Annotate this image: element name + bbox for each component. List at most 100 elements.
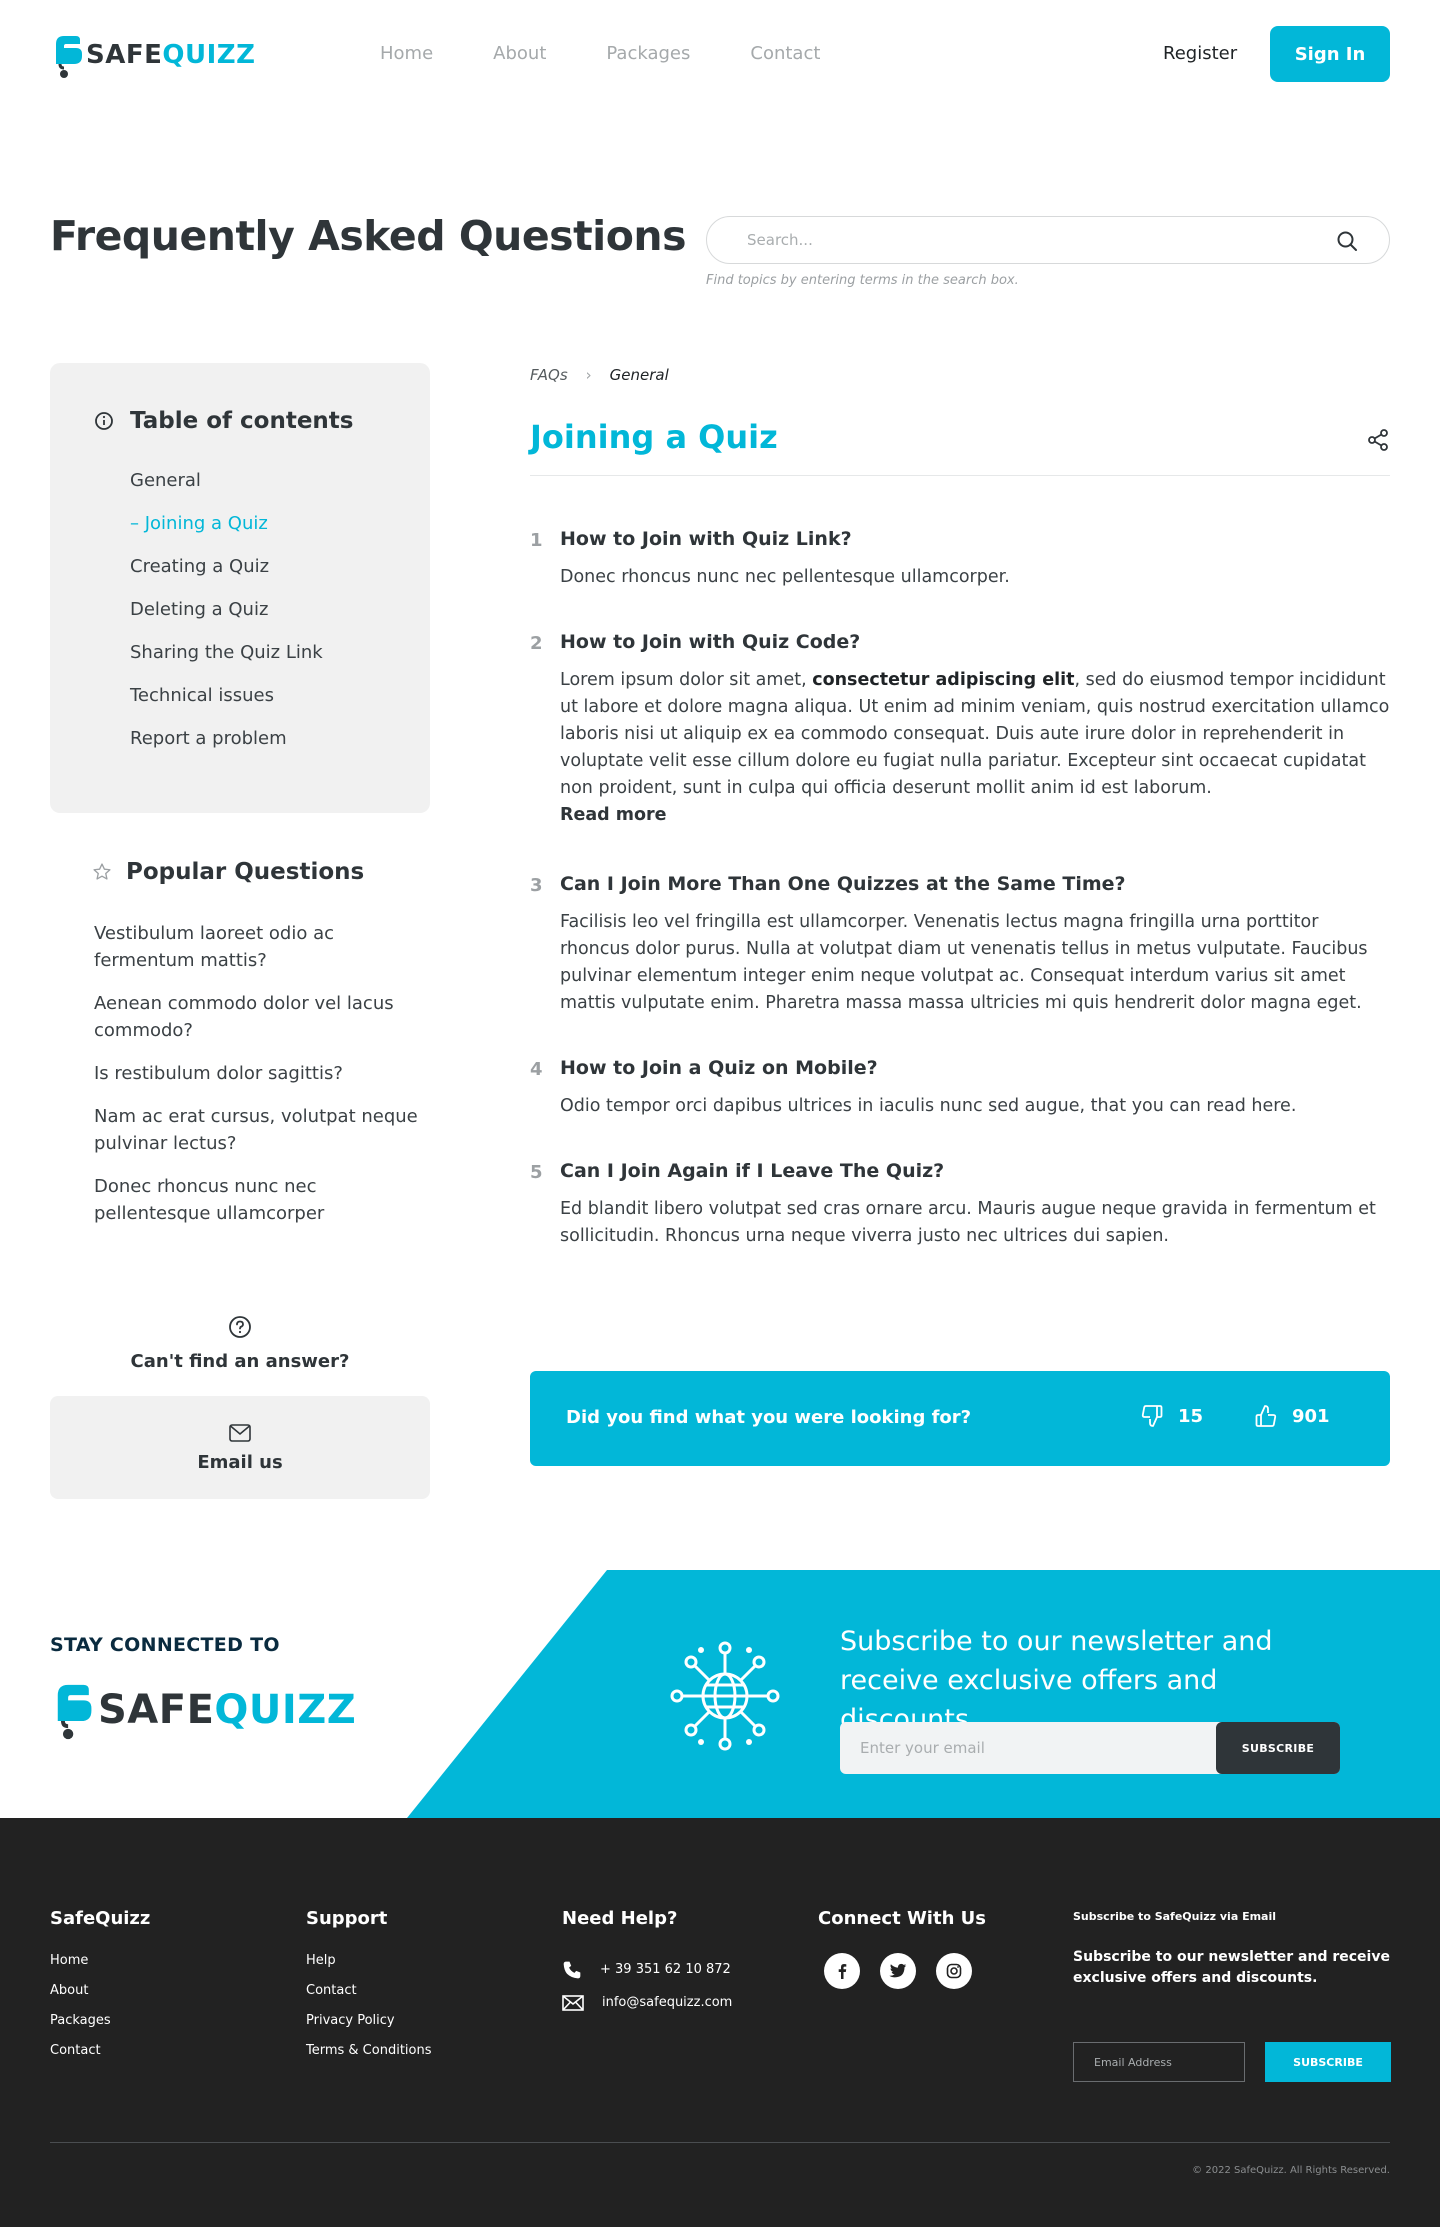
faq-number: 3 xyxy=(530,875,543,896)
footer-email-input[interactable] xyxy=(1073,2042,1245,2082)
table-of-contents: Table of contents General Joining a Quiz… xyxy=(50,363,430,813)
read-more-link[interactable]: Read more xyxy=(560,802,1390,829)
breadcrumb: FAQs › General xyxy=(530,366,669,384)
toc-item-deleting-a-quiz[interactable]: Deleting a Quiz xyxy=(130,599,323,642)
search-icon[interactable] xyxy=(1335,229,1359,253)
newsletter-logo: SAFEQUIZZ xyxy=(50,1678,356,1746)
faq-question[interactable]: How to Join with Quiz Link? xyxy=(560,528,1390,550)
footer-link-home[interactable]: Home xyxy=(50,1953,150,1983)
email-us-label: Email us xyxy=(197,1452,283,1473)
faq-item: 5 Can I Join Again if I Leave The Quiz? … xyxy=(530,1160,1390,1250)
breadcrumb-separator-icon: › xyxy=(585,366,592,384)
footer-subscribe-text: Subscribe to our newsletter and receive … xyxy=(1073,1949,1390,1986)
faq-number: 4 xyxy=(530,1059,543,1080)
footer-link-privacy[interactable]: Privacy Policy xyxy=(306,2013,432,2043)
faq-question[interactable]: How to Join with Quiz Code? xyxy=(560,631,1390,653)
toc-item-joining-a-quiz[interactable]: Joining a Quiz xyxy=(130,513,323,556)
register-link[interactable]: Register xyxy=(1163,43,1237,64)
faq-answer: Donec rhoncus nunc nec pellentesque ulla… xyxy=(560,567,1010,587)
site-header: SAFEQUIZZ Home About Packages Contact Re… xyxy=(0,0,1440,110)
faq-answer: Lorem ipsum dolor sit amet, consectetur … xyxy=(560,670,1390,798)
breadcrumb-root[interactable]: FAQs xyxy=(530,366,568,384)
footer-col-title: Support xyxy=(306,1908,388,1929)
footer-link-about[interactable]: About xyxy=(50,1983,150,2013)
footer-col-title: SafeQuizz xyxy=(50,1908,151,1929)
nav-home[interactable]: Home xyxy=(380,43,433,64)
email-us-button[interactable]: Email us xyxy=(50,1396,430,1499)
footer-col-connect: Connect With Us xyxy=(818,1908,986,1989)
faq-answer: Ed blandit libero volutpat sed cras orna… xyxy=(560,1199,1376,1246)
toc-list: General Joining a Quiz Creating a Quiz D… xyxy=(130,470,323,771)
popular-question[interactable]: Donec rhoncus nunc nec pellentesque ulla… xyxy=(94,1173,434,1227)
faq-answer: Facilisis leo vel fringilla est ullamcor… xyxy=(560,912,1368,1013)
network-globe-icon xyxy=(670,1641,780,1751)
footer-col-safequizz: SafeQuizz Home About Packages Contact xyxy=(50,1908,150,2073)
footer-link-packages[interactable]: Packages xyxy=(50,2013,150,2043)
toc-item-general[interactable]: General xyxy=(130,470,323,513)
phone-icon xyxy=(563,1961,581,1978)
like-button[interactable]: 901 xyxy=(1254,1404,1330,1428)
search-hint: Find topics by entering terms in the sea… xyxy=(706,273,1019,288)
toc-header: Table of contents xyxy=(94,408,353,434)
stay-connected-label: STAY CONNECTED TO xyxy=(50,1634,280,1656)
thumbs-up-icon xyxy=(1255,1405,1277,1427)
footer-link-contact[interactable]: Contact xyxy=(50,2043,150,2073)
sign-in-button[interactable]: Sign In xyxy=(1270,26,1390,82)
popular-question[interactable]: Is restibulum dolor sagittis? xyxy=(94,1060,434,1087)
popular-questions-list: Vestibulum laoreet odio ac fermentum mat… xyxy=(94,920,434,1243)
footer-col-title: Connect With Us xyxy=(818,1908,986,1929)
newsletter-email-input[interactable] xyxy=(860,1739,1180,1757)
popular-question[interactable]: Nam ac erat cursus, volutpat neque pulvi… xyxy=(94,1103,434,1157)
facebook-icon[interactable] xyxy=(824,1953,860,1989)
faq-question[interactable]: How to Join a Quiz on Mobile? xyxy=(560,1057,1390,1079)
toc-item-report-a-problem[interactable]: Report a problem xyxy=(130,728,323,771)
instagram-icon[interactable] xyxy=(936,1953,972,1989)
like-count: 901 xyxy=(1292,1405,1330,1427)
footer-subscribe-button[interactable]: SUBSCRIBE xyxy=(1265,2042,1391,2082)
nav-contact[interactable]: Contact xyxy=(750,43,820,64)
logo[interactable]: SAFEQUIZZ xyxy=(50,34,255,80)
dislike-count: 15 xyxy=(1178,1405,1204,1427)
copyright: © 2022 SafeQuizz. All Rights Reserved. xyxy=(1192,2165,1390,2176)
popular-question[interactable]: Vestibulum laoreet odio ac fermentum mat… xyxy=(94,920,434,974)
faq-item: 4 How to Join a Quiz on Mobile? Odio tem… xyxy=(530,1057,1390,1120)
faq-item: 3 Can I Join More Than One Quizzes at th… xyxy=(530,873,1390,1017)
footer-col-title: Need Help? xyxy=(562,1908,678,1929)
footer-subscribe-title: Subscribe to SafeQuizz via Email xyxy=(1073,1910,1277,1923)
footer-divider xyxy=(50,2142,1390,2143)
envelope-icon xyxy=(562,1994,584,2011)
question-circle-icon xyxy=(229,1316,251,1338)
twitter-icon[interactable] xyxy=(880,1953,916,1989)
newsletter-subscribe-button[interactable]: SUBSCRIBE xyxy=(1216,1722,1340,1774)
faq-number: 5 xyxy=(530,1162,543,1183)
popular-questions-header: Popular Questions xyxy=(92,859,364,885)
footer-col-subscribe: Subscribe to SafeQuizz via Email Subscri… xyxy=(1073,1910,1393,2110)
thumbs-down-icon xyxy=(1141,1405,1163,1427)
footer-link-terms[interactable]: Terms & Conditions xyxy=(306,2043,432,2073)
nav-about[interactable]: About xyxy=(493,43,546,64)
toc-item-technical-issues[interactable]: Technical issues xyxy=(130,685,323,728)
main-nav: Home About Packages Contact xyxy=(380,43,820,64)
footer-phone[interactable]: + 39 351 62 10 872 xyxy=(562,1953,732,1986)
popular-question[interactable]: Aenean commodo dolor vel lacus commodo? xyxy=(94,990,434,1044)
faq-number: 1 xyxy=(530,530,543,551)
footer-email[interactable]: info@safequizz.com xyxy=(562,1986,732,2019)
feedback-question: Did you find what you were looking for? xyxy=(566,1407,972,1428)
logo-mark-icon xyxy=(56,36,82,78)
dislike-button[interactable]: 15 xyxy=(1140,1404,1203,1428)
newsletter-band: STAY CONNECTED TO SAFEQUIZZ Subscribe to xyxy=(0,1570,1440,1818)
faq-list: 1 How to Join with Quiz Link? Donec rhon… xyxy=(530,528,1390,1290)
logo-text: SAFEQUIZZ xyxy=(98,1687,357,1733)
toc-item-sharing-the-quiz-link[interactable]: Sharing the Quiz Link xyxy=(130,642,323,685)
faq-question[interactable]: Can I Join Again if I Leave The Quiz? xyxy=(560,1160,1390,1182)
faq-item: 1 How to Join with Quiz Link? Donec rhon… xyxy=(530,528,1390,591)
search-input[interactable] xyxy=(747,231,1307,249)
footer-link-help[interactable]: Help xyxy=(306,1953,432,1983)
share-icon[interactable] xyxy=(1366,428,1390,452)
section-title: Joining a Quiz xyxy=(530,418,778,456)
faq-question[interactable]: Can I Join More Than One Quizzes at the … xyxy=(560,873,1390,895)
mail-icon xyxy=(229,1424,251,1442)
toc-item-creating-a-quiz[interactable]: Creating a Quiz xyxy=(130,556,323,599)
nav-packages[interactable]: Packages xyxy=(606,43,690,64)
footer-link-contact[interactable]: Contact xyxy=(306,1983,432,2013)
